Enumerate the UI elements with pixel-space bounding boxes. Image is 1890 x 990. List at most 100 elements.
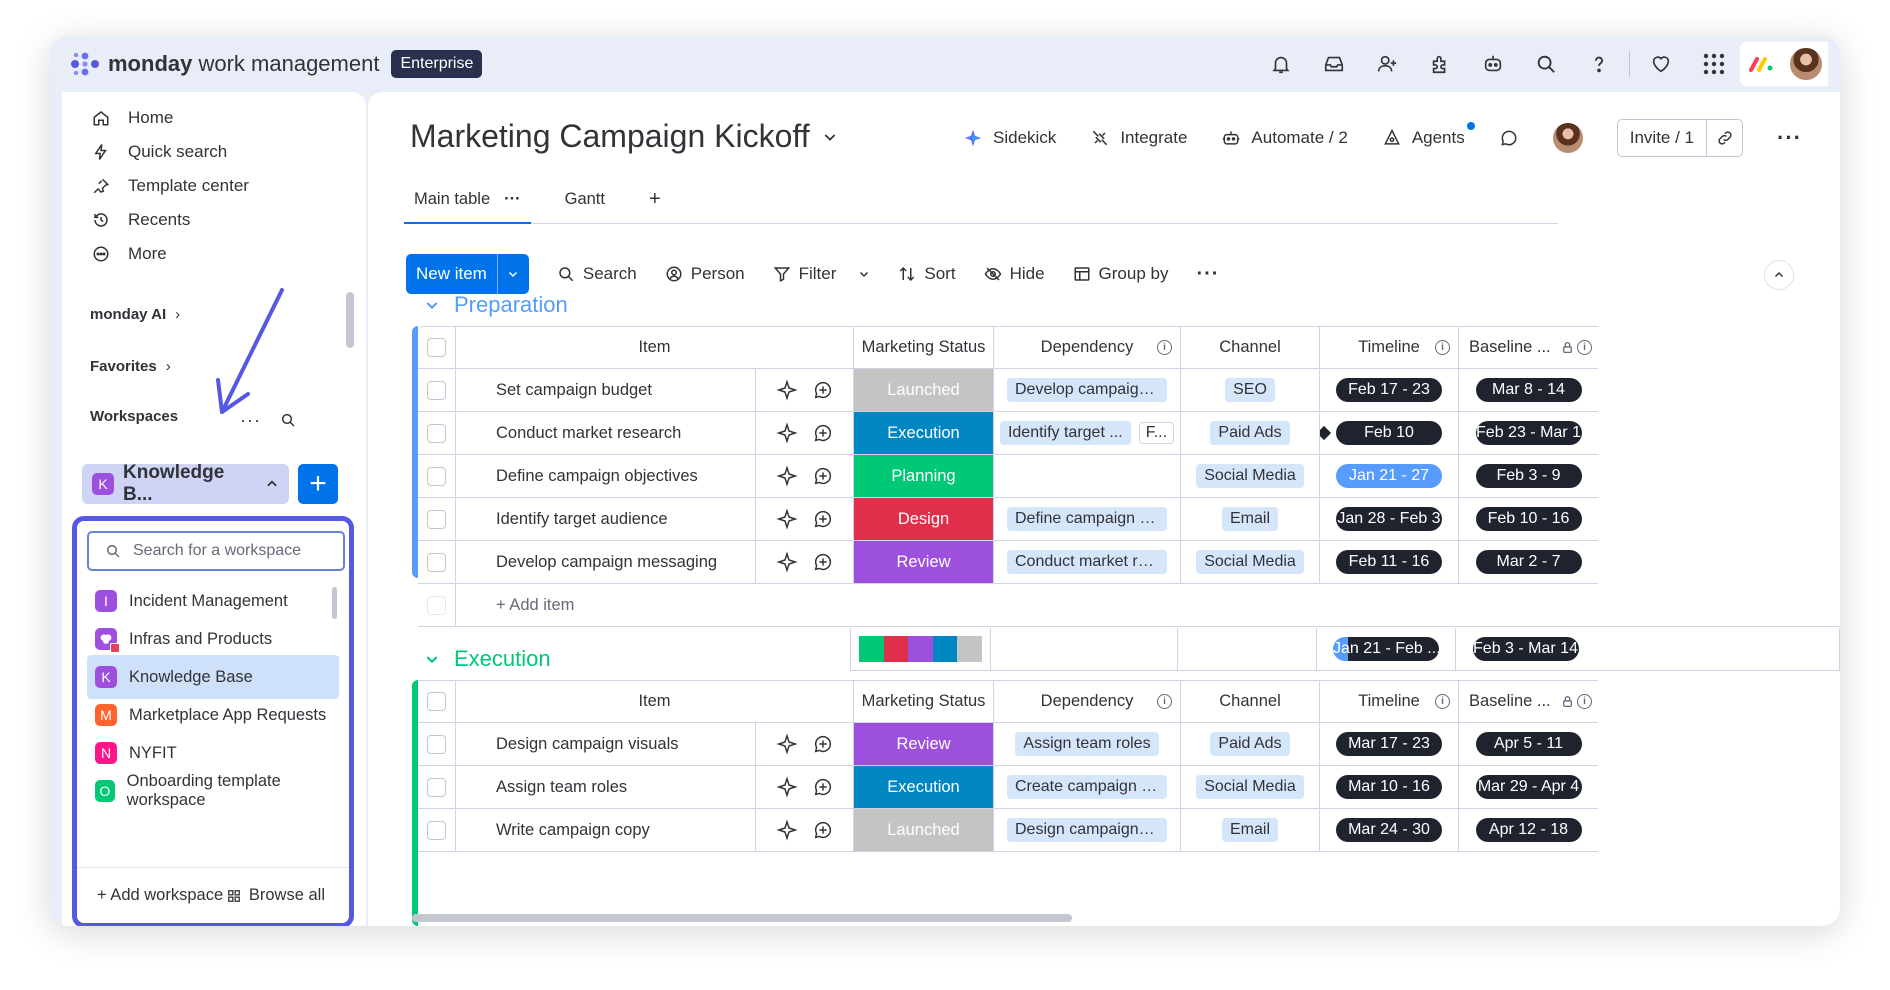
- dependency-cell[interactable]: Define campaign obj...: [994, 498, 1181, 540]
- workspace-selector[interactable]: K Knowledge B...: [82, 462, 289, 505]
- item-name[interactable]: Set campaign budget: [456, 369, 756, 411]
- ai-sparkle-icon[interactable]: [775, 465, 798, 487]
- tab-gantt[interactable]: Gantt: [555, 182, 615, 224]
- add-item-input[interactable]: + Add item: [456, 584, 1840, 626]
- baseline-cell[interactable]: Mar 8 - 14: [1459, 369, 1598, 411]
- add-update-icon[interactable]: [812, 465, 834, 487]
- timeline-cell[interactable]: Jan 21 - 27: [1320, 455, 1459, 497]
- column-header-dependency[interactable]: Dependency i: [994, 681, 1181, 722]
- column-header-dependency[interactable]: Dependency i: [994, 327, 1181, 368]
- add-update-icon[interactable]: [812, 379, 834, 401]
- timeline-cell[interactable]: Mar 17 - 23: [1320, 723, 1459, 765]
- channel-cell[interactable]: Social Media: [1181, 455, 1320, 497]
- horizontal-scrollbar[interactable]: [412, 914, 1072, 922]
- timeline-cell[interactable]: Feb 10: [1320, 412, 1459, 454]
- row-checkbox[interactable]: [418, 369, 456, 411]
- collapse-header-button[interactable]: [1764, 260, 1794, 290]
- chevron-down-icon[interactable]: [496, 254, 529, 294]
- ai-sparkle-icon[interactable]: [775, 508, 798, 530]
- sidebar-monday-ai[interactable]: monday AI ›: [90, 306, 180, 323]
- filter-button[interactable]: Filter: [773, 264, 871, 284]
- chevron-down-icon[interactable]: [424, 297, 440, 313]
- invite-members-icon[interactable]: [1360, 42, 1413, 86]
- baseline-cell[interactable]: Apr 12 - 18: [1459, 809, 1598, 851]
- column-header-item[interactable]: Item: [456, 681, 854, 722]
- hide-button[interactable]: Hide: [984, 264, 1045, 284]
- add-update-icon[interactable]: [812, 508, 834, 530]
- row-checkbox[interactable]: [418, 541, 456, 583]
- select-all-checkbox[interactable]: [418, 681, 456, 722]
- add-update-icon[interactable]: [812, 422, 834, 444]
- status-cell[interactable]: Launched: [854, 369, 994, 411]
- info-icon[interactable]: i: [1157, 340, 1172, 355]
- sidebar-favorites[interactable]: Favorites ›: [90, 358, 171, 375]
- timeline-cell[interactable]: Feb 11 - 16: [1320, 541, 1459, 583]
- group-header-preparation[interactable]: Preparation: [424, 292, 568, 318]
- ai-sparkle-icon[interactable]: [775, 776, 798, 798]
- add-view-button[interactable]: +: [639, 182, 671, 224]
- dependency-chip[interactable]: Develop campaign m...: [1007, 378, 1167, 402]
- status-cell[interactable]: Review: [854, 723, 994, 765]
- add-update-icon[interactable]: [812, 776, 834, 798]
- status-cell[interactable]: Execution: [854, 766, 994, 808]
- group-by-button[interactable]: Group by: [1073, 264, 1168, 284]
- column-header-timeline[interactable]: Timeline i: [1320, 681, 1459, 722]
- add-update-icon[interactable]: [812, 819, 834, 841]
- sidebar-item-quick-search[interactable]: Quick search: [92, 137, 227, 167]
- status-cell[interactable]: Planning: [854, 455, 994, 497]
- dependency-cell[interactable]: [994, 455, 1181, 497]
- item-name[interactable]: Develop campaign messaging: [456, 541, 756, 583]
- invite-button[interactable]: Invite / 1: [1616, 119, 1744, 157]
- timeline-cell[interactable]: Jan 28 - Feb 3: [1320, 498, 1459, 540]
- ai-sparkle-icon[interactable]: [775, 819, 798, 841]
- dependency-chip[interactable]: Assign team roles: [1015, 732, 1159, 756]
- tab-main-table[interactable]: Main table ···: [404, 182, 531, 224]
- baseline-summary[interactable]: Feb 3 - Mar 14: [1456, 628, 1595, 670]
- baseline-cell[interactable]: Mar 2 - 7: [1459, 541, 1598, 583]
- dependency-extra-chip[interactable]: F...: [1138, 422, 1175, 444]
- info-icon[interactable]: i: [1435, 340, 1450, 355]
- chevron-down-icon[interactable]: [858, 268, 870, 280]
- item-name[interactable]: Assign team roles: [456, 766, 756, 808]
- dependency-cell[interactable]: Identify target ... F...: [994, 412, 1181, 454]
- add-workspace-link[interactable]: + Add workspace: [97, 886, 223, 905]
- select-all-checkbox[interactable]: [418, 327, 456, 368]
- status-cell[interactable]: Execution: [854, 412, 994, 454]
- column-header-status[interactable]: Marketing Status: [854, 681, 994, 722]
- channel-cell[interactable]: SEO: [1181, 369, 1320, 411]
- dependency-chip[interactable]: Design campaign visu...: [1007, 818, 1167, 842]
- column-header-status[interactable]: Marketing Status: [854, 327, 994, 368]
- new-item-button[interactable]: New item: [406, 254, 529, 294]
- board-title[interactable]: Marketing Campaign Kickoff: [410, 118, 838, 155]
- ai-sparkle-icon[interactable]: [775, 551, 798, 573]
- status-cell[interactable]: Design: [854, 498, 994, 540]
- row-checkbox[interactable]: [418, 455, 456, 497]
- user-avatar[interactable]: [1788, 46, 1824, 82]
- dependency-chip[interactable]: Conduct market rese...: [1007, 550, 1167, 574]
- timeline-cell[interactable]: Feb 17 - 23: [1320, 369, 1459, 411]
- dependency-cell[interactable]: Assign team roles: [994, 723, 1181, 765]
- status-summary[interactable]: [851, 628, 991, 670]
- dependency-chip[interactable]: Create campaign tim...: [1007, 775, 1167, 799]
- item-name[interactable]: Define campaign objectives: [456, 455, 756, 497]
- baseline-cell[interactable]: Mar 29 - Apr 4: [1459, 766, 1598, 808]
- row-checkbox[interactable]: [418, 498, 456, 540]
- column-header-channel[interactable]: Channel: [1181, 681, 1320, 722]
- sidekick-button[interactable]: Sidekick: [963, 128, 1056, 148]
- add-workspace-button[interactable]: +: [298, 464, 338, 504]
- timeline-cell[interactable]: Mar 24 - 30: [1320, 809, 1459, 851]
- sidebar-item-more[interactable]: More: [92, 239, 167, 269]
- toolbar-more-icon[interactable]: ···: [1196, 263, 1219, 286]
- updates-icon[interactable]: [1499, 128, 1519, 148]
- timeline-cell[interactable]: Mar 10 - 16: [1320, 766, 1459, 808]
- person-filter-button[interactable]: Person: [665, 264, 745, 284]
- channel-cell[interactable]: Paid Ads: [1181, 412, 1320, 454]
- item-name[interactable]: Conduct market research: [456, 412, 756, 454]
- chevron-down-icon[interactable]: [424, 651, 440, 667]
- tab-more-icon[interactable]: ···: [504, 190, 520, 208]
- monday-logo[interactable]: monday work management Enterprise: [70, 44, 483, 84]
- baseline-cell[interactable]: Feb 10 - 16: [1459, 498, 1598, 540]
- item-name[interactable]: Design campaign visuals: [456, 723, 756, 765]
- info-icon[interactable]: i: [1577, 694, 1592, 709]
- info-icon[interactable]: i: [1577, 340, 1592, 355]
